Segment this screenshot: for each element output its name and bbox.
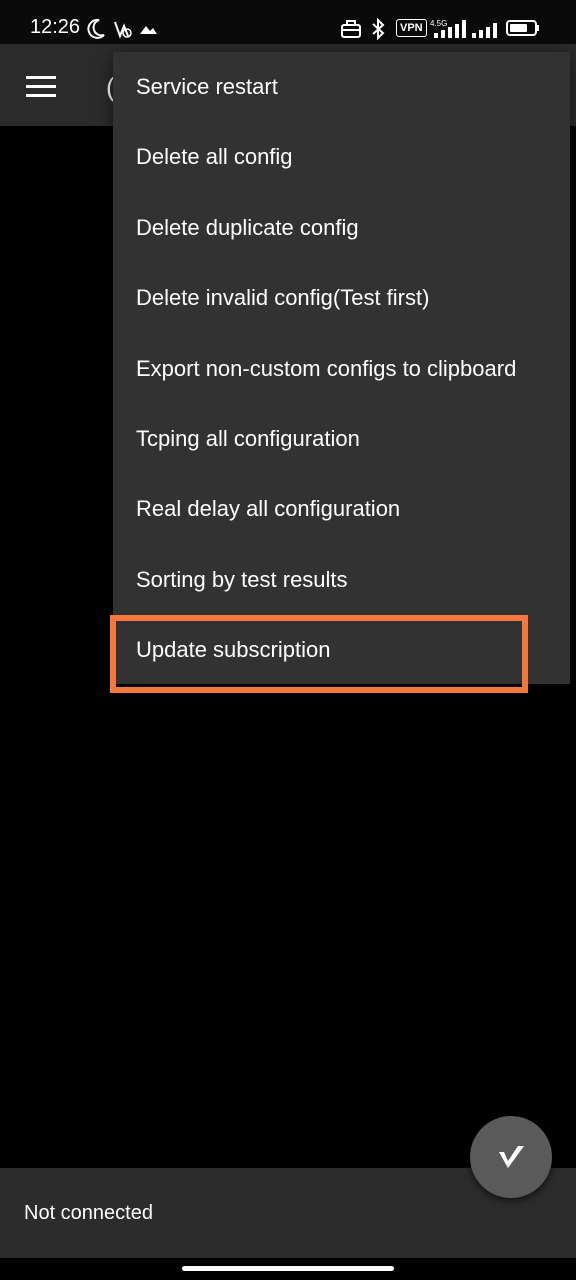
connection-status: Not connected xyxy=(24,1202,153,1224)
connect-fab-button[interactable] xyxy=(470,1116,552,1198)
signal-icon: 4.5G xyxy=(430,19,466,38)
menu-item-delete-duplicate-config[interactable]: Delete duplicate config xyxy=(113,193,570,263)
wifi-off-icon xyxy=(114,21,132,39)
home-indicator[interactable] xyxy=(182,1266,394,1271)
battery-icon xyxy=(506,20,539,36)
data-arrow-icon xyxy=(140,26,157,34)
menu-item-tcping-all[interactable]: Tcping all configuration xyxy=(113,404,570,474)
menu-item-real-delay-all[interactable]: Real delay all configuration xyxy=(113,474,570,544)
vpn-icon: VPN xyxy=(396,19,427,37)
briefcase-icon xyxy=(341,20,361,38)
signal-icon-2 xyxy=(472,23,497,38)
status-time: 12:26 xyxy=(30,16,81,38)
hamburger-menu-icon[interactable] xyxy=(26,76,56,98)
menu-item-export-configs[interactable]: Export non-custom configs to clipboard xyxy=(113,334,570,404)
menu-item-service-restart[interactable]: Service restart xyxy=(113,52,570,122)
menu-item-delete-all-config[interactable]: Delete all config xyxy=(113,122,570,192)
menu-item-delete-invalid-config[interactable]: Delete invalid config(Test first) xyxy=(113,263,570,333)
network-type: 4.5G xyxy=(430,19,447,28)
screen: 12:26 VPN 4.5G (Service restart Delete … xyxy=(0,0,576,1280)
highlight-box xyxy=(110,615,528,693)
overflow-menu: Service restart Delete all config Delete… xyxy=(113,52,570,684)
menu-item-sort-by-results[interactable]: Sorting by test results xyxy=(113,545,570,615)
moon-icon xyxy=(87,18,105,39)
v-logo-icon xyxy=(499,1146,524,1168)
bluetooth-icon xyxy=(372,18,385,40)
